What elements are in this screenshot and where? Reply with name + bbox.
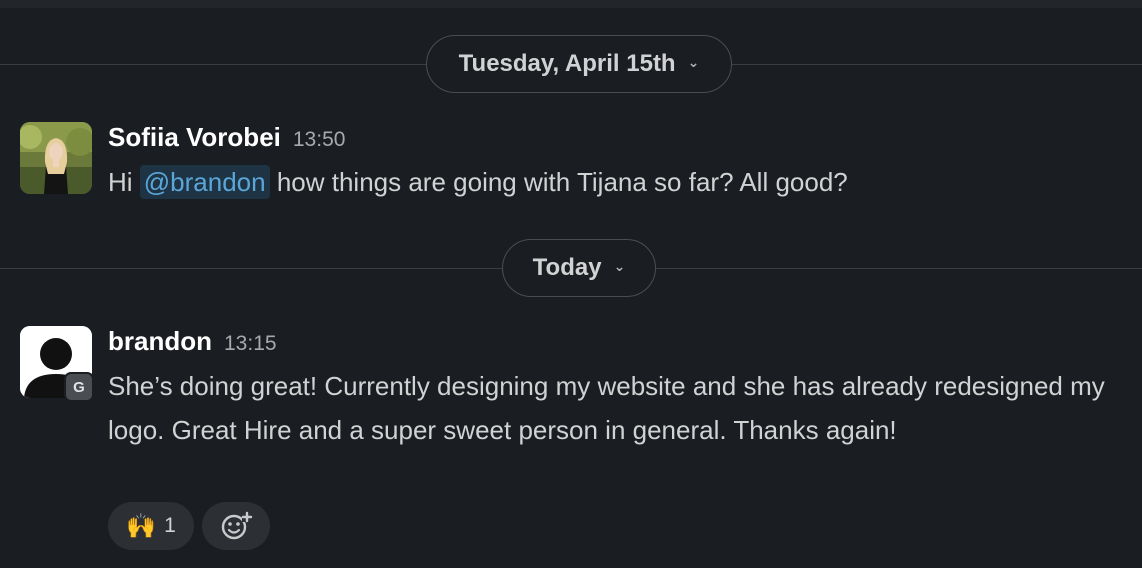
message-header: brandon 13:15 — [108, 326, 277, 357]
date-label: Tuesday, April 15th — [458, 50, 676, 77]
message-header: Sofiia Vorobei 13:50 — [108, 122, 345, 153]
author-name[interactable]: Sofiia Vorobei — [108, 122, 281, 152]
author-name[interactable]: brandon — [108, 326, 212, 356]
timestamp[interactable]: 13:50 — [293, 128, 346, 151]
date-divider-today: Today ⌄ — [0, 239, 1142, 299]
avatar[interactable] — [20, 122, 92, 194]
message-text: Hi @brandon how things are going with Ti… — [108, 160, 1118, 204]
raised-hands-icon: 🙌 — [126, 512, 157, 540]
chevron-down-icon: ⌄ — [613, 257, 626, 274]
timestamp[interactable]: 13:15 — [224, 332, 277, 355]
date-label: Today — [532, 254, 602, 281]
date-divider-tuesday: Tuesday, April 15th ⌄ — [0, 35, 1142, 95]
date-jump-button[interactable]: Today ⌄ — [502, 239, 656, 297]
top-bar — [0, 0, 1142, 8]
text-segment: how things are going with Tijana so far?… — [269, 167, 848, 197]
avatar-photo — [20, 122, 92, 194]
message-text: She’s doing great! Currently designing m… — [108, 371, 1105, 445]
date-jump-button[interactable]: Tuesday, April 15th ⌄ — [426, 35, 732, 93]
add-reaction-button[interactable] — [202, 502, 270, 550]
reaction-raised-hands[interactable]: 🙌 1 — [108, 502, 194, 550]
user-mention[interactable]: @brandon — [139, 165, 270, 199]
add-reaction-icon — [221, 511, 253, 540]
guest-badge: G — [64, 372, 94, 402]
reaction-count: 1 — [164, 514, 176, 537]
text-segment: Hi — [108, 167, 140, 197]
chevron-down-icon: ⌄ — [687, 53, 700, 70]
